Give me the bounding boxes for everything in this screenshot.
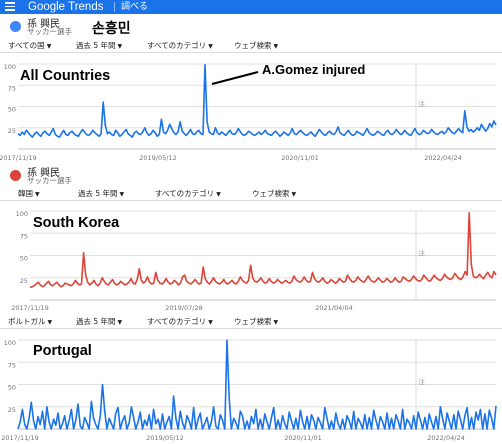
dropdown-icon: ▼ — [119, 191, 125, 198]
search-type-filter[interactable]: ウェブ検索 ▼ — [252, 188, 296, 199]
y-tick-label: 50 — [20, 255, 28, 263]
search-term-2[interactable]: 孫 興民 サッカー選手 — [0, 163, 502, 187]
region-filter[interactable]: ポルトガル ▼ — [8, 316, 52, 327]
search-type-filter[interactable]: ウェブ検索 ▼ — [234, 316, 278, 327]
series-color-dot — [10, 170, 21, 181]
y-tick-label: 25 — [20, 277, 28, 285]
dropdown-icon: ▼ — [216, 191, 221, 198]
term-subtitle: サッカー選手 — [27, 176, 72, 185]
time-filter[interactable]: 過去 5 年間 ▼ — [78, 188, 124, 199]
x-tick-label: 2021/04/04 — [315, 304, 352, 312]
x-tick-label: 2019/05/12 — [146, 434, 183, 442]
filter-bar-2: 韓国 ▼ 過去 5 年間 ▼ すべてのカテゴリ ▼ ウェブ検索 ▼ — [0, 187, 502, 201]
region-label-south-korea: South Korea — [33, 215, 120, 231]
dropdown-icon: ▼ — [291, 191, 297, 198]
note-marker: 注 — [418, 249, 425, 258]
x-tick-label: 2022/04/24 — [427, 434, 464, 442]
category-filter[interactable]: すべてのカテゴリ ▼ — [155, 188, 221, 199]
dropdown-icon: ▼ — [273, 319, 279, 326]
dropdown-icon: ▼ — [35, 191, 40, 198]
x-tick-label: 2017/11/19 — [1, 434, 38, 442]
region-filter[interactable]: 韓国 ▼ — [18, 188, 40, 199]
y-tick-label: 25 — [8, 406, 16, 414]
y-tick-label: 75 — [8, 361, 16, 369]
y-tick-label: 100 — [16, 210, 28, 218]
dropdown-icon: ▼ — [117, 319, 123, 326]
y-tick-label: 75 — [20, 232, 28, 240]
y-tick-label: 100 — [4, 339, 16, 347]
y-tick-label: 50 — [8, 384, 16, 392]
dropdown-icon: ▼ — [208, 319, 213, 326]
x-tick-label: 2019/07/28 — [165, 304, 202, 312]
filter-bar-3: ポルトガル ▼ 過去 5 年間 ▼ すべてのカテゴリ ▼ ウェブ検索 ▼ — [0, 315, 502, 329]
time-filter[interactable]: 過去 5 年間 ▼ — [76, 316, 122, 327]
x-tick-label: 2017/11/19 — [11, 304, 48, 312]
category-filter[interactable]: すべてのカテゴリ ▼ — [147, 316, 213, 327]
x-tick-label: 2020/11/01 — [284, 434, 321, 442]
dropdown-icon: ▼ — [47, 319, 53, 326]
region-label-portugal: Portugal — [33, 343, 92, 359]
note-marker: 注 — [418, 378, 425, 387]
